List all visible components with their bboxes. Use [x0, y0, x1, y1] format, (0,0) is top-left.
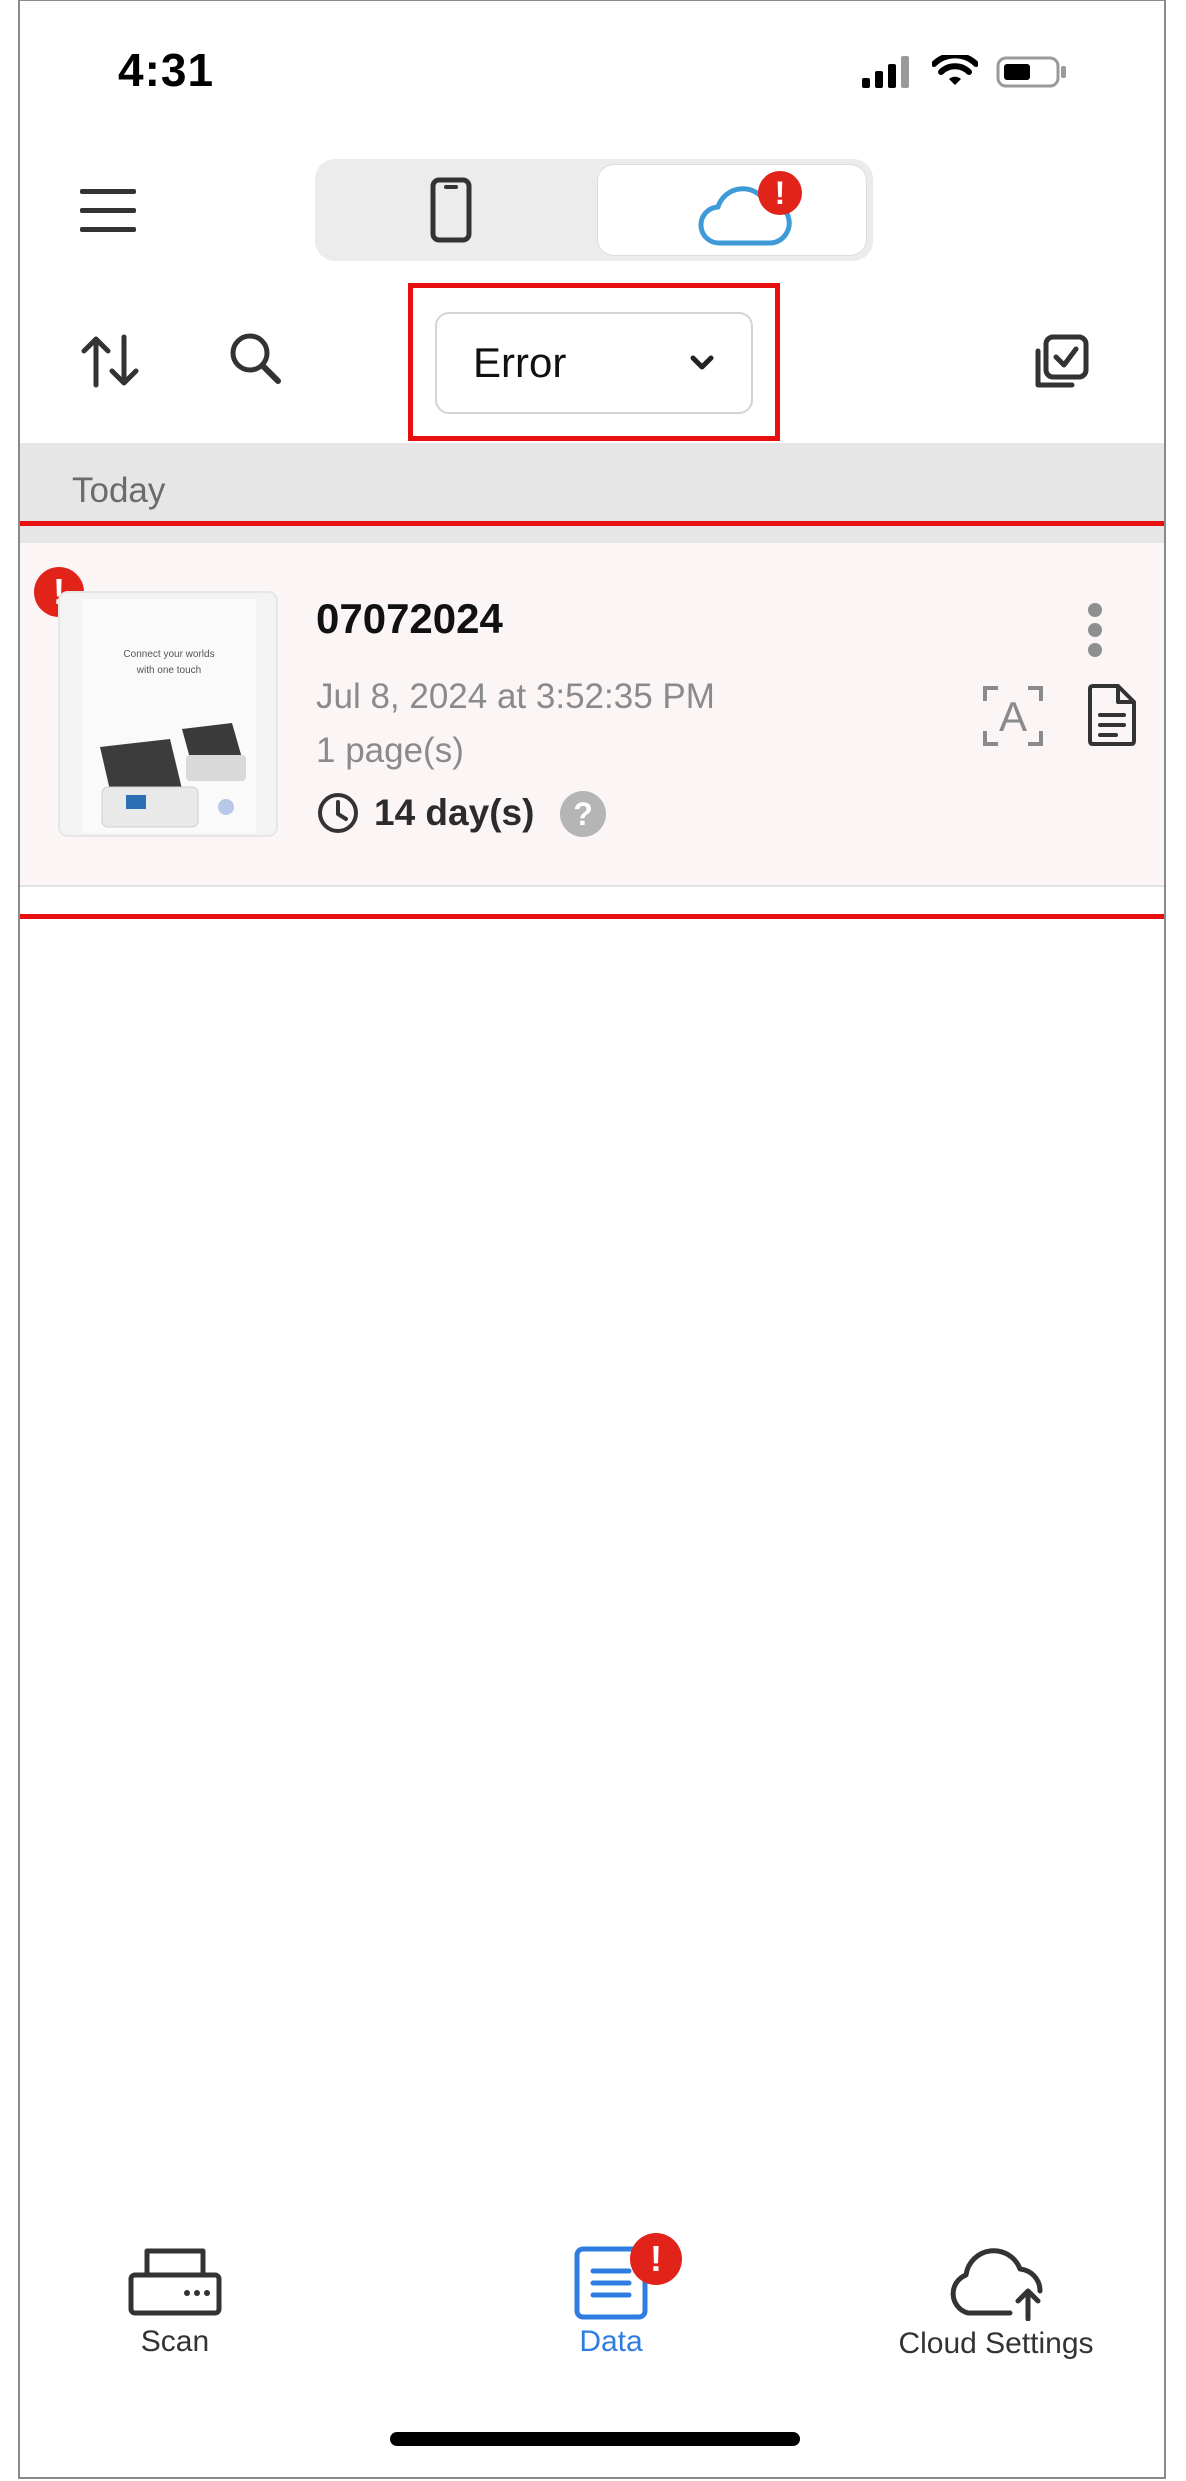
tab-data-label: Data: [579, 2325, 643, 2358]
status-time: 4:31: [118, 44, 215, 96]
section-header-label: Today: [72, 471, 166, 510]
cloud-upload-icon: [950, 2248, 1043, 2321]
row-highlight-box: [20, 521, 1164, 919]
status-filter-dropdown[interactable]: Error: [435, 312, 753, 414]
cloud-error-badge: !: [758, 171, 802, 215]
home-indicator: [390, 2432, 800, 2446]
phone-icon[interactable]: [430, 177, 472, 243]
tab-scan-label: Scan: [140, 2325, 210, 2358]
sort-icon[interactable]: [80, 333, 142, 389]
menu-icon[interactable]: [80, 187, 136, 235]
filter-value: Error: [473, 339, 567, 386]
tab-cloud-settings-label: Cloud Settings: [898, 2327, 1094, 2360]
search-icon[interactable]: [228, 331, 284, 387]
scanner-icon: [128, 2248, 222, 2316]
wifi-icon: [932, 55, 978, 85]
data-error-badge: !: [630, 2233, 682, 2285]
chevron-down-icon: [690, 355, 714, 370]
tab-cloud-settings[interactable]: Cloud Settings: [856, 2245, 1136, 2361]
tab-scan[interactable]: Scan: [100, 2245, 250, 2359]
status-icons: [862, 55, 1068, 89]
multi-select-icon[interactable]: [1030, 333, 1090, 393]
battery-icon: [996, 56, 1066, 88]
app-screen: 4:31 ! Error Today ! Connect your worlds…: [18, 0, 1166, 2479]
signal-icon: [862, 56, 909, 88]
